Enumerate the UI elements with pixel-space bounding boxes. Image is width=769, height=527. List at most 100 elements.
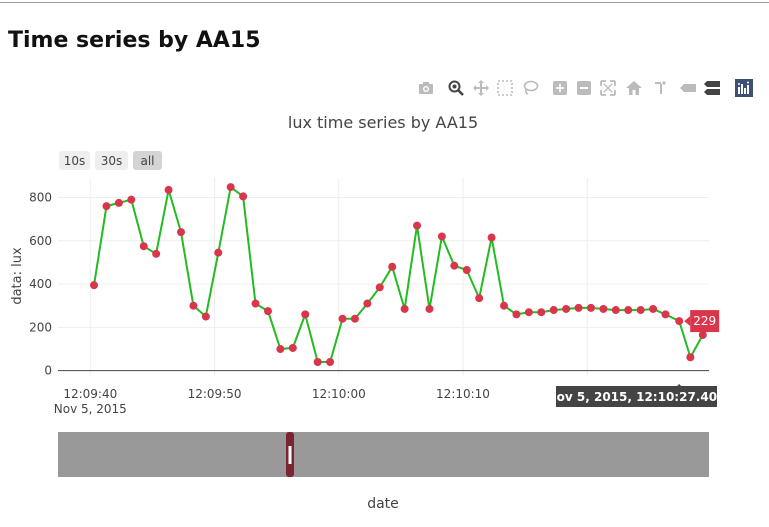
lasso-icon: [523, 80, 539, 95]
data-point[interactable]: [350, 314, 359, 323]
data-point[interactable]: [226, 183, 235, 192]
hover-x-label: Nov 5, 2015, 12:10:27.402: [547, 384, 726, 407]
data-point[interactable]: [189, 301, 198, 310]
data-point[interactable]: [102, 202, 111, 211]
y-axis-title: data: lux: [10, 247, 25, 305]
data-point[interactable]: [301, 310, 310, 319]
autoscale-button[interactable]: [598, 78, 618, 98]
x-tick-label: 12:10:10: [436, 387, 490, 401]
y-axis-ticks: 0 200 400 600 800: [29, 190, 52, 377]
page-title: Time series by AA15: [8, 28, 261, 53]
y-tick-label: 400: [29, 277, 52, 291]
hover-x-text: Nov 5, 2015, 12:10:27.402: [547, 390, 726, 404]
hover-compare-button[interactable]: [702, 78, 722, 98]
home-button[interactable]: [624, 78, 644, 98]
lasso-button[interactable]: [520, 78, 540, 98]
y-tick-label: 600: [29, 234, 52, 248]
data-point[interactable]: [201, 312, 210, 321]
data-point[interactable]: [686, 353, 695, 362]
data-point[interactable]: [624, 306, 633, 315]
data-point[interactable]: [326, 358, 335, 367]
data-point[interactable]: [338, 314, 347, 323]
zoom-icon: [448, 80, 464, 96]
data-point[interactable]: [500, 301, 509, 310]
series-line: [93, 185, 704, 363]
hover-compare-icon: [704, 81, 720, 95]
data-point[interactable]: [524, 308, 533, 317]
data-point[interactable]: [276, 345, 285, 354]
data-point[interactable]: [152, 249, 161, 258]
hover-closest-button[interactable]: [678, 78, 698, 98]
data-point[interactable]: [599, 304, 608, 313]
data-point[interactable]: [549, 306, 558, 315]
plotly-logo-button[interactable]: [734, 78, 754, 98]
data-point[interactable]: [127, 195, 136, 204]
zoom-out-button[interactable]: [574, 78, 594, 98]
chart-modebar: [412, 78, 757, 98]
data-point[interactable]: [251, 299, 260, 308]
data-point[interactable]: [586, 303, 595, 312]
range-slider-track[interactable]: [58, 432, 709, 477]
data-point[interactable]: [611, 306, 620, 315]
data-point[interactable]: [698, 330, 707, 339]
range-button-30s[interactable]: 30s: [95, 151, 128, 170]
data-point[interactable]: [313, 358, 322, 367]
range-button-label: 30s: [101, 154, 123, 168]
data-point[interactable]: [363, 299, 372, 308]
data-point[interactable]: [636, 306, 645, 315]
x-tick-sublabel: Nov 5, 2015: [54, 402, 127, 416]
range-selector: 10s 30s all: [59, 151, 162, 170]
plotly-logo-icon: [735, 79, 753, 97]
box-select-button[interactable]: [495, 78, 515, 98]
series-markers: [90, 183, 707, 367]
data-point[interactable]: [425, 304, 434, 313]
data-point[interactable]: [562, 304, 571, 313]
data-point[interactable]: [164, 185, 173, 194]
data-point[interactable]: [462, 266, 471, 275]
data-point[interactable]: [413, 221, 422, 230]
x-axis-title: date: [367, 496, 399, 512]
hover-value-label: 229: [684, 310, 720, 333]
data-point[interactable]: [90, 281, 99, 290]
data-point[interactable]: [263, 307, 272, 316]
data-point[interactable]: [537, 308, 546, 317]
x-tick-label: 12:09:50: [188, 387, 242, 401]
zoom-in-icon: [553, 81, 567, 95]
range-button-all[interactable]: all: [133, 151, 162, 170]
data-point[interactable]: [649, 304, 658, 313]
data-point[interactable]: [375, 283, 384, 292]
data-point[interactable]: [139, 242, 148, 251]
y-tick-label: 200: [29, 320, 52, 334]
data-point[interactable]: [437, 232, 446, 241]
zoom-in-button[interactable]: [550, 78, 570, 98]
data-point[interactable]: [512, 310, 521, 319]
autoscale-icon: [600, 80, 616, 96]
range-button-10s[interactable]: 10s: [59, 151, 90, 170]
data-point[interactable]: [239, 192, 248, 201]
range-slider[interactable]: [58, 432, 709, 477]
chart-title: lux time series by AA15: [288, 113, 478, 132]
spike-lines-button[interactable]: [652, 78, 672, 98]
pan-icon: [473, 80, 489, 96]
data-point[interactable]: [661, 310, 670, 319]
data-point[interactable]: [487, 233, 496, 242]
data-point[interactable]: [400, 304, 409, 313]
data-point[interactable]: [450, 261, 459, 270]
data-point[interactable]: [388, 262, 397, 271]
data-point[interactable]: [214, 248, 223, 257]
data-point[interactable]: [176, 228, 185, 237]
camera-button[interactable]: [416, 78, 436, 98]
data-point[interactable]: [288, 343, 297, 352]
data-point[interactable]: [475, 294, 484, 303]
data-point[interactable]: [675, 317, 684, 326]
hover-value-text: 229: [693, 314, 716, 328]
x-tick-label: 12:09:40: [63, 387, 117, 401]
range-button-label: all: [140, 154, 154, 168]
data-point[interactable]: [114, 198, 123, 207]
pan-button[interactable]: [471, 78, 491, 98]
box-select-icon: [497, 80, 513, 96]
zoom-button[interactable]: [446, 78, 466, 98]
top-divider: [0, 2, 769, 3]
data-point[interactable]: [574, 303, 583, 312]
chart: lux time series by AA15 10s 30s all data: …: [10, 113, 726, 512]
